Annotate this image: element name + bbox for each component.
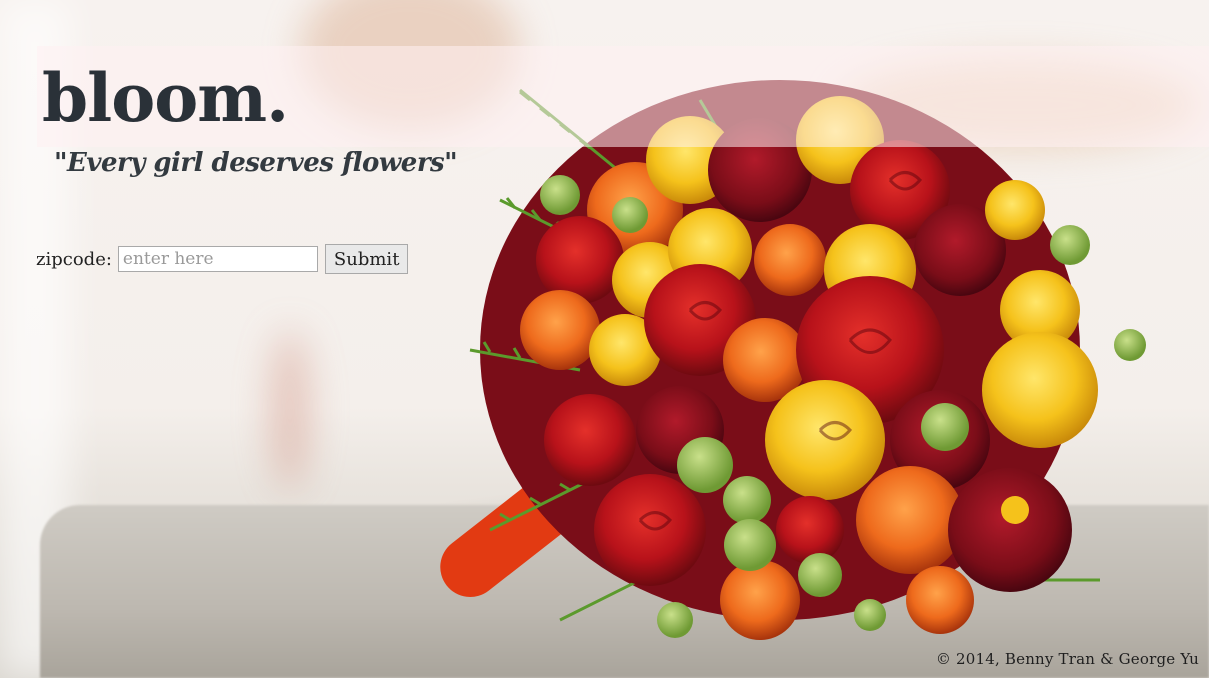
- flower-bouquet-image: [469, 80, 1146, 640]
- background-blur: [270, 330, 310, 490]
- zipcode-label: zipcode:: [36, 248, 112, 270]
- site-logo[interactable]: bloom.: [42, 58, 289, 138]
- zipcode-form: zipcode: Submit: [36, 244, 409, 274]
- tagline: "Every girl deserves flowers": [54, 148, 458, 178]
- zipcode-input[interactable]: [117, 246, 318, 272]
- copyright-footer: © 2014, Benny Tran & George Yu: [935, 650, 1199, 668]
- page: bloom. "Every girl deserves flowers" zip…: [0, 0, 1209, 678]
- submit-button[interactable]: Submit: [324, 244, 409, 274]
